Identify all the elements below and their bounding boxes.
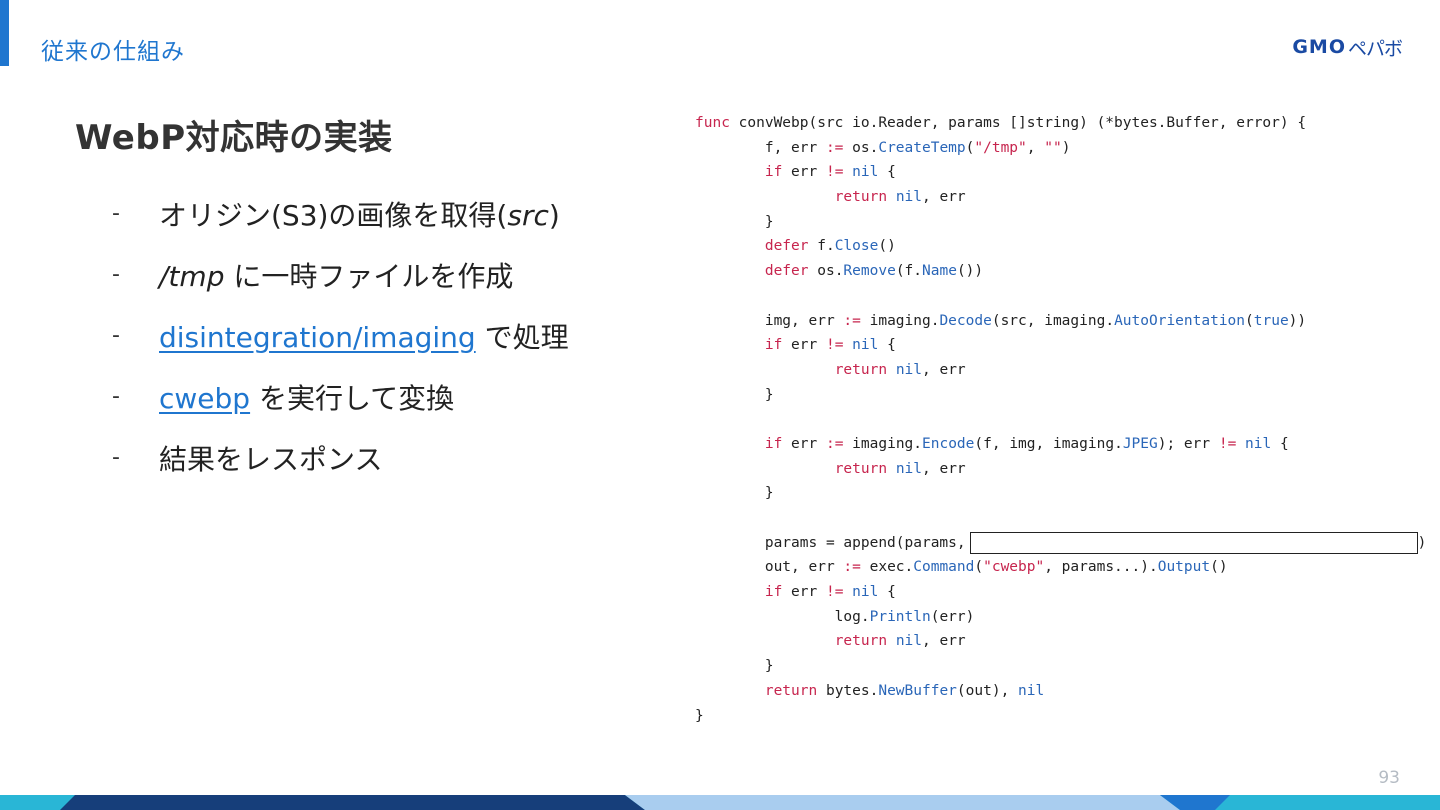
page-number: 93 xyxy=(1378,768,1400,788)
bullet-dash: - xyxy=(112,262,120,287)
section-title: 従来の仕組み xyxy=(41,39,185,65)
bullet-response: - 結果をレスポンス xyxy=(112,427,569,488)
accent-bar xyxy=(0,0,9,66)
bullet-cwebp: - cwebp を実行して変換 xyxy=(112,366,569,427)
bullet-fetch-origin: - オリジン(S3)の画像を取得(src) xyxy=(112,183,569,244)
logo-text: GMO xyxy=(1292,36,1346,58)
bullet-imaging: - disintegration/imaging で処理 xyxy=(112,305,569,366)
gmo-pepabo-logo: GMO ペパボ xyxy=(1292,36,1403,60)
code-snippet: func convWebp(src io.Reader, params []st… xyxy=(695,115,1427,724)
bullet-dash: - xyxy=(112,323,120,348)
bullet-text: オリジン(S3)の画像を取得(src) xyxy=(159,198,560,232)
bullet-dash: - xyxy=(112,384,120,409)
redacted-box xyxy=(969,531,1418,554)
footer-band xyxy=(0,795,1440,810)
imaging-link[interactable]: disintegration/imaging xyxy=(159,321,476,354)
bullet-temp-file: - /tmp に一時ファイルを作成 xyxy=(112,244,569,305)
logo-kana: ペパボ xyxy=(1347,37,1403,60)
bullet-text: cwebp を実行して変換 xyxy=(159,381,455,415)
bullet-dash: - xyxy=(112,445,120,470)
slide-heading: WebP対応時の実装 xyxy=(75,118,393,158)
bullet-list: - オリジン(S3)の画像を取得(src) - /tmp に一時ファイルを作成 … xyxy=(112,183,569,488)
bullet-text: /tmp に一時ファイルを作成 xyxy=(159,259,514,293)
cwebp-link[interactable]: cwebp xyxy=(159,382,250,415)
bullet-text: disintegration/imaging で処理 xyxy=(159,320,569,354)
bullet-text: 結果をレスポンス xyxy=(159,442,383,476)
bullet-dash: - xyxy=(112,201,120,226)
